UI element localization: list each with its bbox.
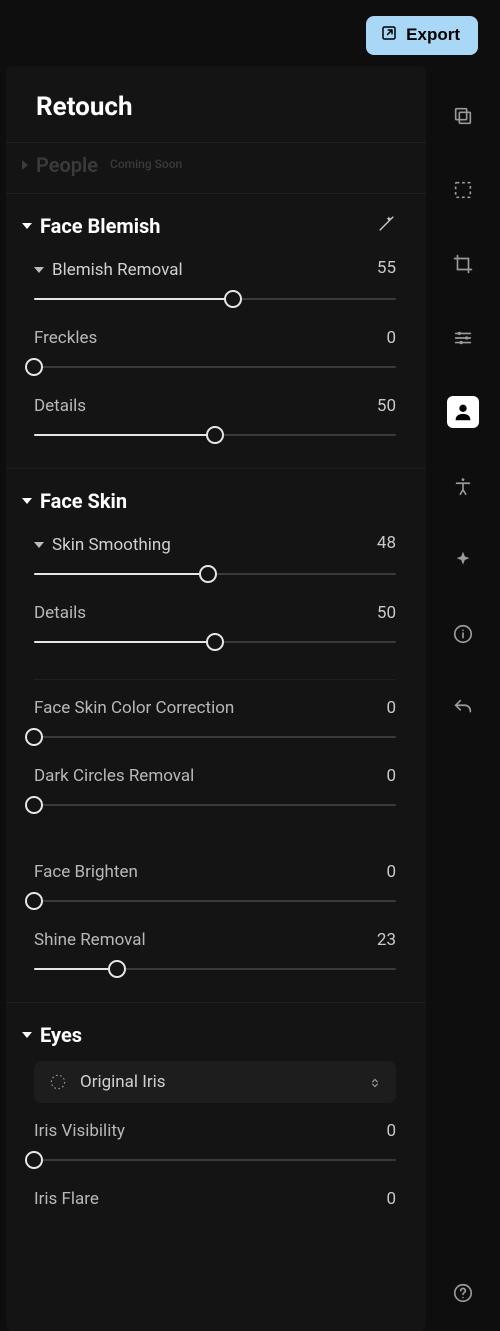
divider xyxy=(34,679,396,680)
slider-iris-flare[interactable]: Iris Flare 0 xyxy=(34,1189,396,1209)
face-blemish-header[interactable]: Face Blemish xyxy=(22,214,396,238)
iris-visibility-value: 0 xyxy=(386,1121,396,1141)
shine-removal-value: 23 xyxy=(377,930,396,950)
skin-smoothing-subhead: Skin Smoothing xyxy=(34,535,171,555)
slider-dark-circles[interactable]: Dark Circles Removal 0 xyxy=(34,766,396,816)
slider-blemish-removal[interactable]: Blemish Removal 55 xyxy=(34,256,396,310)
chevron-down-icon xyxy=(34,542,44,548)
iris-original-icon xyxy=(48,1072,68,1092)
color-correction-label: Face Skin Color Correction xyxy=(34,698,234,718)
info-icon[interactable] xyxy=(447,618,479,650)
chevron-down-icon xyxy=(22,1032,32,1038)
chevron-down-icon xyxy=(34,267,44,273)
top-bar: Export xyxy=(0,0,500,60)
chevron-right-icon xyxy=(22,160,28,170)
updown-caret-icon xyxy=(368,1075,382,1089)
adjust-icon[interactable] xyxy=(447,322,479,354)
undo-icon[interactable] xyxy=(447,692,479,724)
color-correction-value: 0 xyxy=(386,698,396,718)
help-icon[interactable] xyxy=(447,1277,479,1309)
people-label: People xyxy=(36,153,98,177)
shine-removal-label: Shine Removal xyxy=(34,930,146,950)
tool-rail xyxy=(426,60,500,1331)
dark-circles-label: Dark Circles Removal xyxy=(34,766,194,786)
iris-dropdown-label: Original Iris xyxy=(80,1072,356,1092)
sparkle-icon[interactable] xyxy=(447,544,479,576)
slider-fb-details[interactable]: Details 50 xyxy=(34,396,396,446)
compare-icon[interactable] xyxy=(447,100,479,132)
export-label: Export xyxy=(406,25,460,45)
magic-wand-icon[interactable] xyxy=(377,214,396,238)
people-section-header[interactable]: People Coming Soon xyxy=(6,142,426,193)
chevron-down-icon xyxy=(22,498,32,504)
iris-dropdown[interactable]: Original Iris xyxy=(34,1061,396,1103)
face-brighten-value: 0 xyxy=(386,862,396,882)
fs-details-value: 50 xyxy=(377,603,396,623)
skin-smoothing-label: Skin Smoothing xyxy=(52,535,171,555)
freckles-value: 0 xyxy=(386,328,396,348)
crop-icon[interactable] xyxy=(447,248,479,280)
section-eyes: Eyes Original Iris xyxy=(6,1002,426,1231)
export-icon xyxy=(380,24,398,47)
slider-freckles[interactable]: Freckles 0 xyxy=(34,328,396,378)
selection-icon[interactable] xyxy=(447,174,479,206)
blemish-removal-label: Blemish Removal xyxy=(52,260,183,280)
iris-visibility-label: Iris Visibility xyxy=(34,1121,125,1141)
panel-title: Retouch xyxy=(6,66,426,142)
face-blemish-title: Face Blemish xyxy=(40,214,161,238)
section-face-blemish: Face Blemish xyxy=(6,193,426,468)
slider-color-correction[interactable]: Face Skin Color Correction 0 xyxy=(34,698,396,748)
fb-details-value: 50 xyxy=(377,396,396,416)
blemish-removal-value: 55 xyxy=(377,258,396,278)
slider-skin-smoothing[interactable]: Skin Smoothing 48 xyxy=(34,531,396,585)
body-icon[interactable] xyxy=(447,470,479,502)
face-skin-title: Face Skin xyxy=(40,489,127,513)
iris-flare-label: Iris Flare xyxy=(34,1189,99,1209)
person-icon[interactable] xyxy=(447,396,479,428)
face-brighten-label: Face Brighten xyxy=(34,862,138,882)
fs-details-label: Details xyxy=(34,603,86,623)
export-button[interactable]: Export xyxy=(366,16,478,55)
blemish-removal-subhead: Blemish Removal xyxy=(34,260,183,280)
fb-details-label: Details xyxy=(34,396,86,416)
slider-fs-details[interactable]: Details 50 xyxy=(34,603,396,653)
skin-smoothing-value: 48 xyxy=(377,533,396,553)
eyes-header[interactable]: Eyes xyxy=(22,1023,396,1047)
retouch-panel: Retouch People Coming Soon Face Blemish xyxy=(6,66,426,1331)
freckles-label: Freckles xyxy=(34,328,97,348)
slider-shine-removal[interactable]: Shine Removal 23 xyxy=(34,930,396,980)
coming-soon-badge: Coming Soon xyxy=(110,157,182,171)
section-face-skin: Face Skin Skin Smoothing 48 xyxy=(6,468,426,1002)
iris-flare-value: 0 xyxy=(386,1189,396,1209)
face-skin-header[interactable]: Face Skin xyxy=(22,489,396,513)
chevron-down-icon xyxy=(22,223,32,229)
dark-circles-value: 0 xyxy=(386,766,396,786)
eyes-title: Eyes xyxy=(40,1023,82,1047)
slider-iris-visibility[interactable]: Iris Visibility 0 xyxy=(34,1121,396,1171)
slider-face-brighten[interactable]: Face Brighten 0 xyxy=(34,862,396,912)
